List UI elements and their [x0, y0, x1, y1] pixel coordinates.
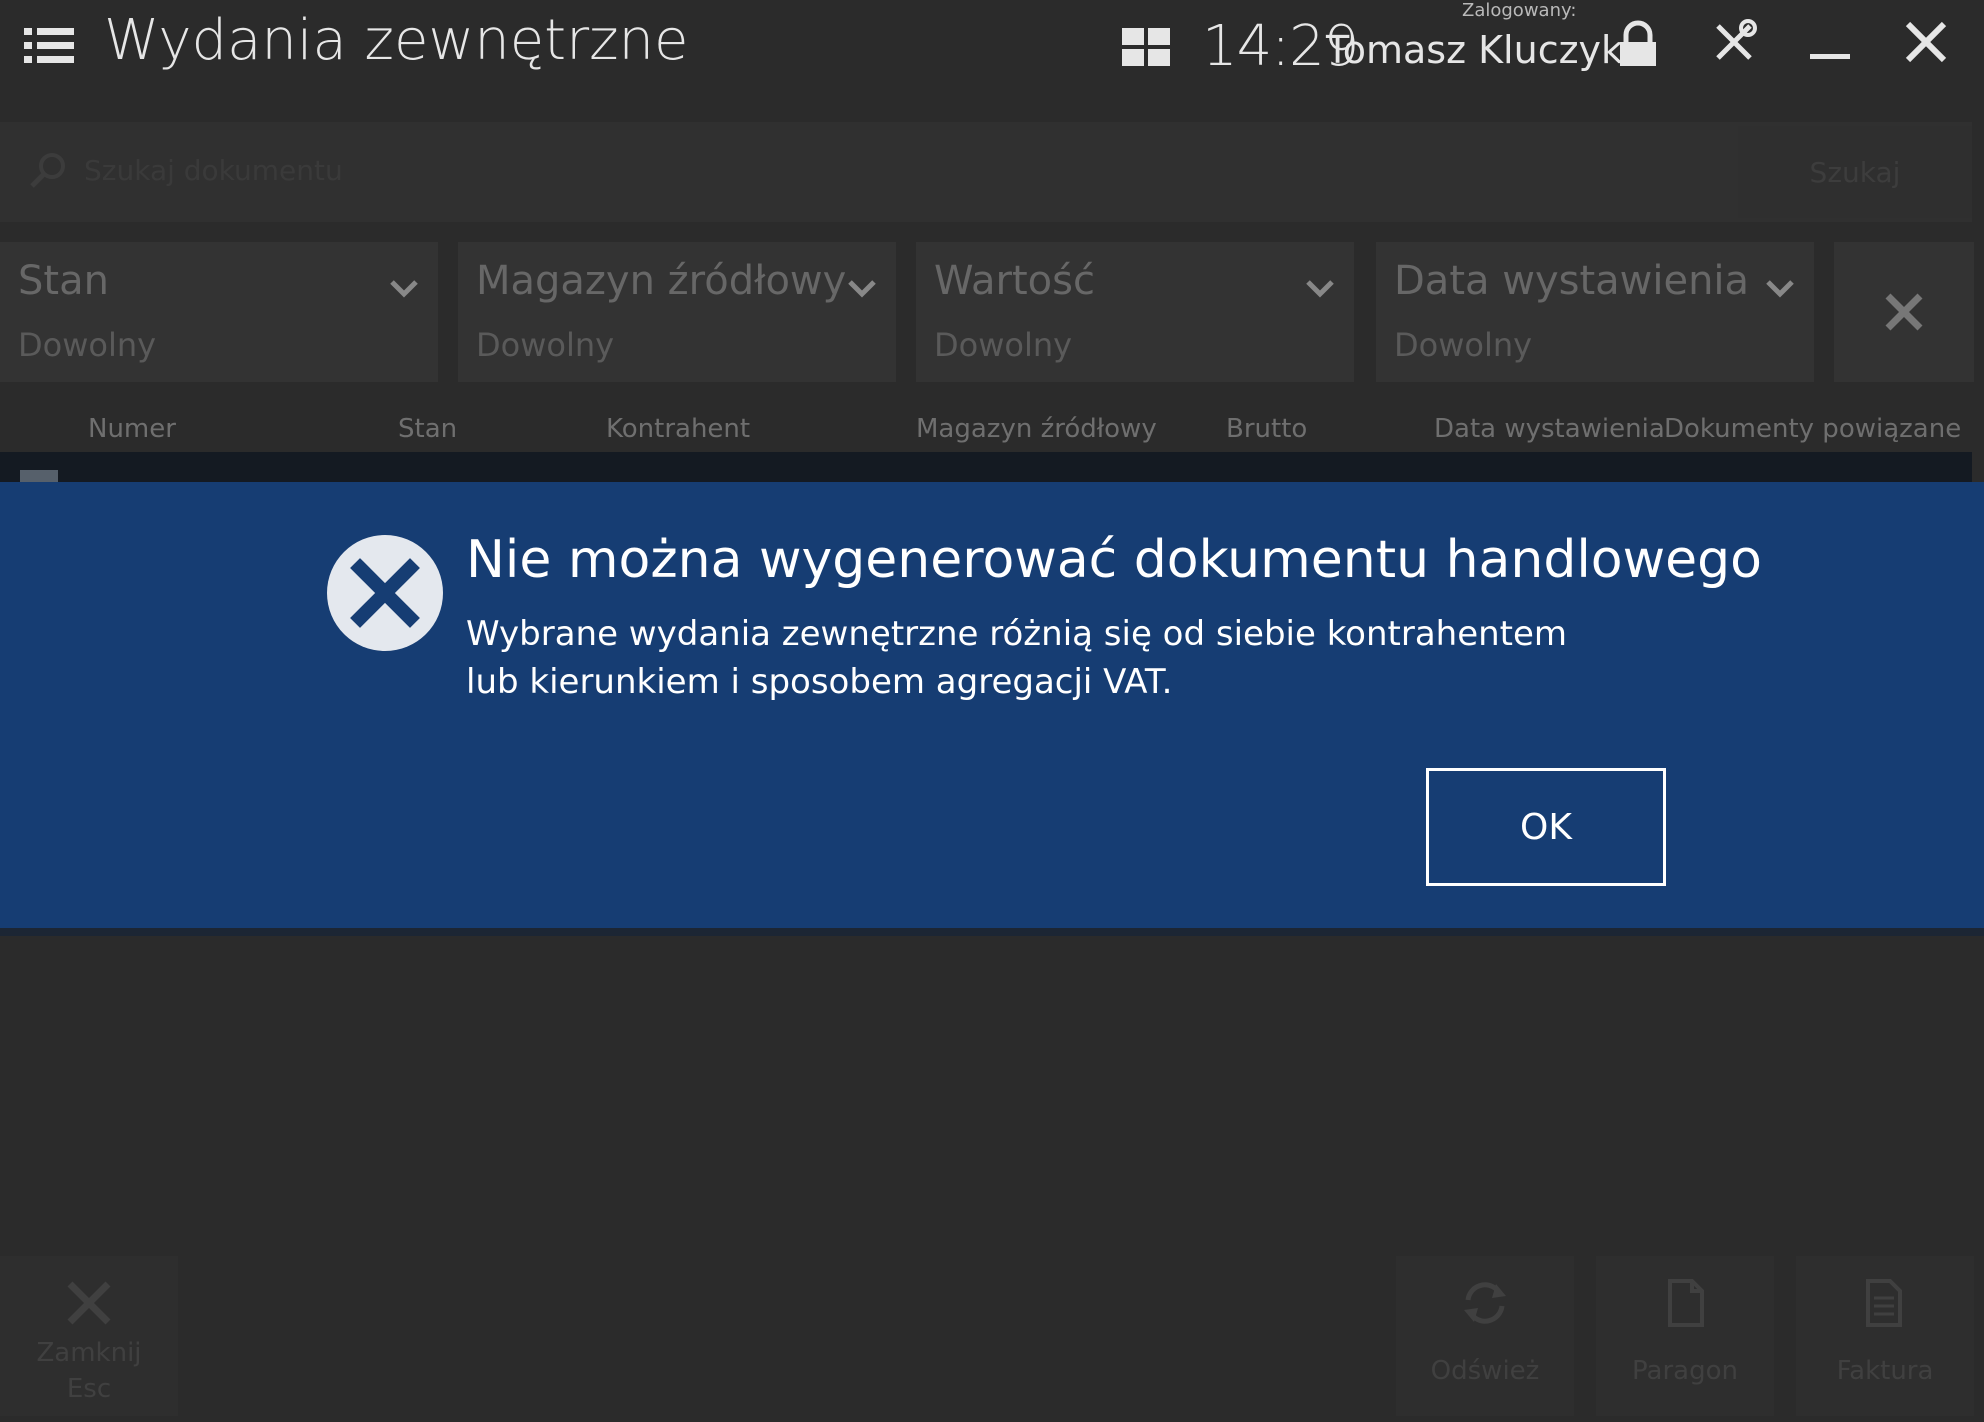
- invoice-label: Faktura: [1836, 1356, 1934, 1386]
- close-button[interactable]: Zamknij Esc: [0, 1256, 178, 1416]
- filter-value: Dowolny: [1394, 326, 1533, 364]
- logged-in-label: Zalogowany:: [1462, 0, 1577, 21]
- clear-filters-button[interactable]: [1834, 242, 1974, 382]
- chevron-down-icon: [848, 280, 876, 298]
- column-header-numer[interactable]: Numer: [88, 414, 176, 444]
- chevron-down-icon: [1766, 280, 1794, 298]
- close-label: Zamknij: [36, 1338, 142, 1368]
- column-header-dokumenty[interactable]: Dokumenty powiązane: [1664, 414, 1961, 444]
- close-window-icon[interactable]: [1902, 18, 1950, 66]
- refresh-button[interactable]: Odśwież: [1396, 1256, 1574, 1416]
- column-header-magazyn[interactable]: Magazyn źródłowy: [916, 414, 1157, 444]
- column-header-data[interactable]: Data wystawienia: [1434, 414, 1665, 444]
- invoice-button[interactable]: Faktura: [1796, 1256, 1974, 1416]
- filter-value: Dowolny: [18, 326, 157, 364]
- receipt-label: Paragon: [1632, 1356, 1738, 1386]
- refresh-icon: [1464, 1282, 1506, 1324]
- table-row[interactable]: [0, 452, 1972, 482]
- lock-icon[interactable]: [1614, 20, 1662, 68]
- ok-button[interactable]: OK: [1426, 768, 1666, 886]
- filter-label: Data wystawienia: [1394, 258, 1750, 304]
- search-input[interactable]: [84, 146, 1724, 194]
- filter-wartosc[interactable]: Wartość Dowolny: [916, 242, 1354, 382]
- user-name: Tomasz Kluczyk: [1326, 28, 1624, 72]
- receipt-button[interactable]: Paragon: [1596, 1256, 1774, 1416]
- chevron-down-icon: [1306, 280, 1334, 298]
- dialog-divider: [0, 928, 1984, 936]
- filter-label: Wartość: [934, 258, 1095, 304]
- search-button[interactable]: Szukaj: [1738, 126, 1972, 218]
- filter-value: Dowolny: [934, 326, 1073, 364]
- column-header-kontrahent[interactable]: Kontrahent: [606, 414, 750, 444]
- chevron-down-icon: [390, 280, 418, 298]
- filter-data-wystawienia[interactable]: Data wystawienia Dowolny: [1376, 242, 1814, 382]
- document-icon: [1668, 1279, 1704, 1327]
- dialog-title: Nie można wygenerować dokumentu handlowe…: [466, 530, 1762, 590]
- column-header-brutto[interactable]: Brutto: [1226, 414, 1307, 444]
- filter-stan[interactable]: Stan Dowolny: [0, 242, 438, 382]
- windows-icon[interactable]: [1122, 28, 1170, 66]
- minimize-icon[interactable]: [1806, 18, 1854, 66]
- column-header-stan[interactable]: Stan: [398, 414, 457, 444]
- dialog-message: Wybrane wydania zewnętrzne różnią się od…: [466, 614, 1568, 702]
- invoice-icon: [1866, 1279, 1902, 1327]
- tools-icon[interactable]: [1710, 18, 1758, 66]
- close-icon: [67, 1281, 111, 1325]
- filter-value: Dowolny: [476, 326, 615, 364]
- refresh-label: Odśwież: [1430, 1356, 1540, 1386]
- error-icon: [327, 535, 443, 651]
- search-icon: [30, 153, 65, 188]
- hamburger-menu-icon[interactable]: [24, 26, 74, 66]
- filter-label: Stan: [18, 258, 109, 304]
- close-icon: [1885, 293, 1923, 331]
- filter-magazyn-zrodlowy[interactable]: Magazyn źródłowy Dowolny: [458, 242, 896, 382]
- page-title: Wydania zewnętrzne: [104, 8, 689, 73]
- filter-label: Magazyn źródłowy: [476, 258, 847, 304]
- close-shortcut: Esc: [66, 1374, 112, 1404]
